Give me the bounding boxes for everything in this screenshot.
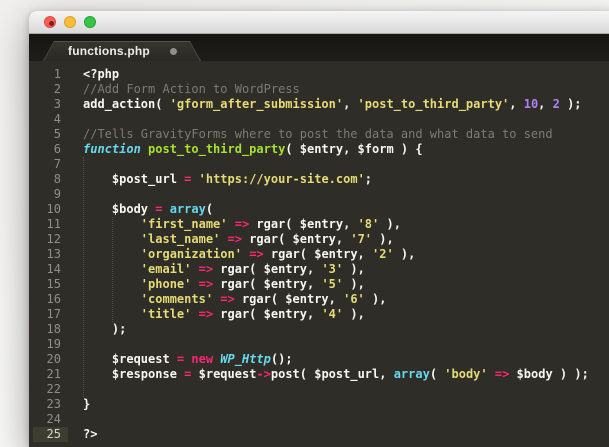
code-line-text: 'comments' => rgar( $entry, '6' ), [140, 292, 387, 306]
editor-window: functions.php 1 <?php 2 //Add Form Action t… [29, 11, 609, 447]
desktop-background: functions.php 1 <?php 2 //Add Form Action t… [0, 0, 609, 447]
line-number: 22 [46, 382, 61, 396]
line-number: 17 [46, 307, 61, 321]
zoom-button[interactable] [84, 16, 96, 28]
code-line: 13 'organization' => rgar( $entry, '2' )… [29, 247, 609, 262]
code-line: 18 ); [29, 322, 609, 337]
line-number: 19 [46, 337, 61, 351]
tab-functions-php[interactable]: functions.php [43, 41, 201, 61]
close-button[interactable] [44, 16, 56, 28]
window-titlebar[interactable] [29, 11, 609, 34]
code-line-text: $request = new WP_Http(); [83, 352, 293, 366]
code-line-text: 'first_name' => rgar( $entry, '8' ), [140, 217, 401, 231]
line-number: 1 [53, 67, 61, 81]
code-line-text: //Add Form Action to WordPress [83, 82, 300, 96]
unsaved-changes-dot-icon [48, 20, 54, 26]
code-line: 2 //Add Form Action to WordPress [29, 82, 609, 97]
line-number: 4 [53, 112, 61, 126]
code-line: 10 $body = array( [29, 202, 609, 217]
line-number: 9 [53, 187, 61, 201]
code-line: 17 'title' => rgar( $entry, '4' ), [29, 307, 609, 322]
code-line: 12 'last_name' => rgar( $entry, '7' ), [29, 232, 609, 247]
code-line: 23} [29, 397, 609, 412]
code-line: 7 [29, 157, 609, 172]
code-line-text: 'last_name' => rgar( $entry, '7' ), [140, 232, 394, 246]
line-number: 18 [46, 322, 61, 336]
code-line-text: add_action( 'gform_after_submission', 'p… [83, 97, 582, 111]
line-number: 13 [46, 247, 61, 261]
line-number: 15 [46, 277, 61, 291]
code-editor[interactable]: 1 <?php 2 //Add Form Action to WordPress 3 ad… [29, 61, 609, 447]
code-line-text: $body = array( [83, 202, 214, 216]
code-line-text: function post_to_third_party( $entry, $f… [83, 142, 423, 156]
line-number: 10 [46, 202, 61, 216]
code-line: 15 'phone' => rgar( $entry, '5' ), [29, 277, 609, 292]
code-line: 19 [29, 337, 609, 352]
line-number: 24 [46, 412, 61, 426]
line-number: 23 [46, 397, 61, 411]
indent-guide [83, 157, 84, 397]
code-line-text: ?> [83, 427, 98, 441]
code-line-text: $response = $request->post( $post_url, a… [83, 367, 589, 381]
code-line: 14 'email' => rgar( $entry, '3' ), [29, 262, 609, 277]
code-line: 6 function post_to_third_party( $entry, $… [29, 142, 609, 157]
code-line: 3 add_action( 'gform_after_submission', '… [29, 97, 609, 112]
code-line: 16 'comments' => rgar( $entry, '6' ), [29, 292, 609, 307]
line-number: 5 [53, 127, 61, 141]
line-number: 11 [46, 217, 61, 231]
code-line-text: $post_url = 'https://your-site.com'; [83, 172, 373, 186]
code-line: 9 [29, 187, 609, 202]
line-number: 21 [46, 367, 61, 381]
code-line-text: <?php [83, 67, 120, 81]
code-line: 24 [29, 412, 609, 427]
code-line-text: 'organization' => rgar( $entry, '2' ), [140, 247, 416, 261]
line-number: 16 [46, 292, 61, 306]
line-number: 12 [46, 232, 61, 246]
line-number: 2 [53, 82, 61, 96]
code-line: 21 $response = $request->post( $post_url… [29, 367, 609, 382]
code-line: 25 ?> [29, 427, 609, 442]
code-line: 5 //Tells GravityForms where to post the … [29, 127, 609, 142]
line-number: 8 [53, 172, 61, 186]
line-number: 25 [29, 427, 68, 442]
line-number: 14 [46, 262, 61, 276]
code-line: 11 'first_name' => rgar( $entry, '8' ), [29, 217, 609, 232]
indent-guide [111, 217, 113, 322]
code-line-text: ); [83, 322, 127, 336]
modified-indicator-icon[interactable] [170, 48, 177, 55]
code-line: 8 $post_url = 'https://your-site.com'; [29, 172, 609, 187]
code-line-text: //Tells GravityForms where to post the d… [83, 127, 553, 141]
code-line-text: } [83, 397, 91, 411]
window-controls [44, 16, 96, 28]
code-line: 1 <?php [29, 67, 609, 82]
code-line: 22 [29, 382, 609, 397]
line-number: 3 [53, 97, 61, 111]
code-line: 4 [29, 112, 609, 127]
line-number: 20 [46, 352, 61, 366]
line-number: 6 [53, 142, 61, 156]
tab-label: functions.php [68, 44, 150, 58]
line-number: 7 [53, 157, 61, 171]
minimize-button[interactable] [64, 16, 76, 28]
tab-bar: functions.php [29, 34, 609, 61]
code-line: 20 $request = new WP_Http(); [29, 352, 609, 367]
